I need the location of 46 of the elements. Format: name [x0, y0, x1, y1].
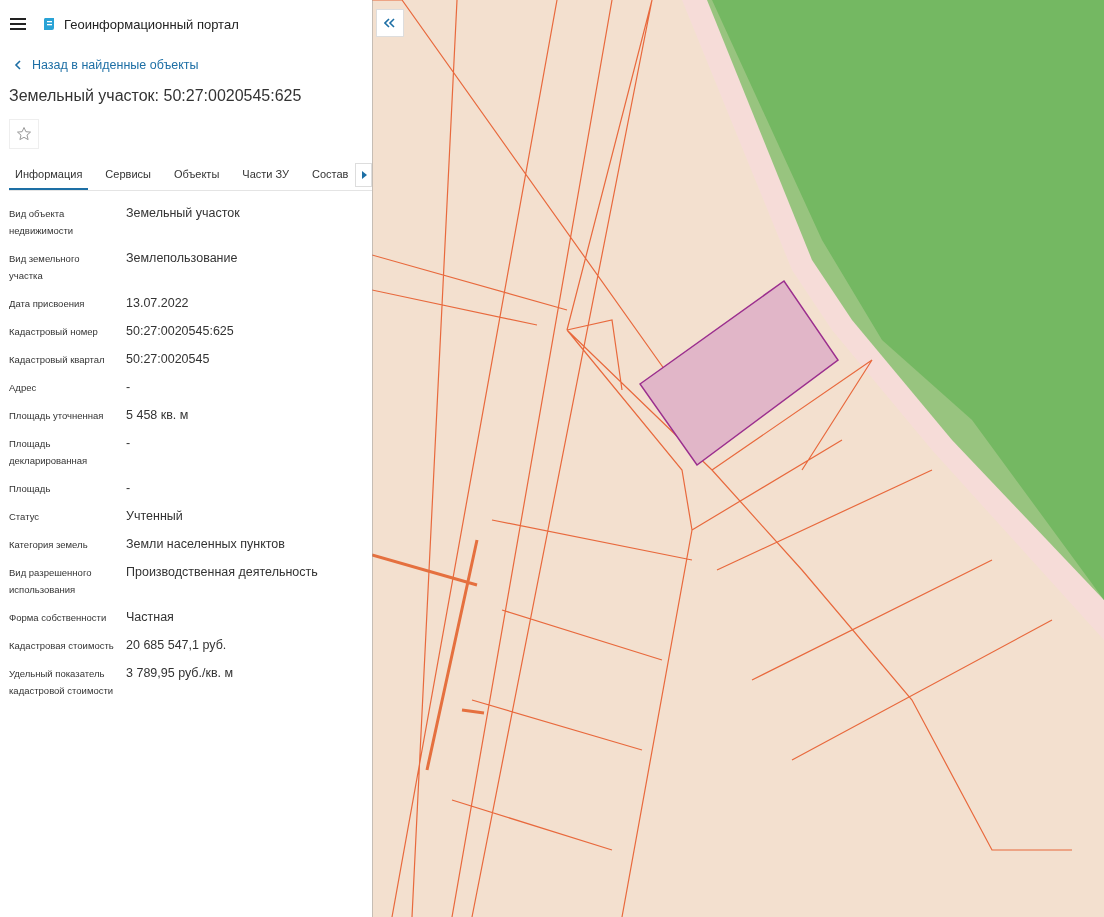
chevron-left-icon [14, 60, 22, 70]
property-label: Дата присвоения [9, 297, 86, 311]
tab[interactable]: Состав [306, 159, 355, 190]
tab[interactable]: Сервисы [99, 159, 157, 190]
property-value: 50:27:0020545 [126, 351, 210, 368]
tab[interactable]: Объекты [167, 159, 226, 190]
property-label: Категория земель [9, 538, 89, 552]
property-value: - [126, 435, 131, 452]
menu-icon[interactable] [10, 18, 26, 30]
property-label: Вид разрешенного использования [9, 566, 93, 597]
property-label: Кадастровый квартал [9, 353, 106, 367]
property-label: Статус [9, 510, 41, 524]
portal-title: Геоинформационный портал [64, 16, 239, 32]
property-value: 13.07.2022 [126, 295, 189, 312]
tab[interactable]: Части ЗУ [236, 159, 295, 190]
star-icon [16, 126, 32, 142]
property-value: Частная [126, 609, 174, 626]
property-label: Вид объекта недвижимости [9, 207, 75, 238]
property-label: Форма собственности [9, 611, 108, 625]
tab[interactable]: Информация [9, 159, 89, 190]
property-label: Площадь декларированная [9, 437, 89, 468]
property-value: 3 789,95 руб./кв. м [126, 665, 234, 682]
logo-icon [42, 17, 56, 31]
property-label: Адрес [9, 381, 38, 395]
collapse-panel-button[interactable] [376, 9, 404, 37]
property-label: Кадастровая стоимость [9, 639, 115, 653]
property-value: 20 685 547,1 руб. [126, 637, 227, 654]
property-value: 50:27:0020545:625 [126, 323, 234, 340]
property-value: - [126, 379, 131, 396]
property-label: Площадь [9, 482, 52, 496]
property-value: Учтенный [126, 508, 183, 525]
property-value: Землепользование [126, 250, 238, 267]
property-value: 5 458 кв. м [126, 407, 189, 424]
property-label: Площадь уточненная [9, 409, 105, 423]
object-heading: Земельный участок: 50:27:0020545:625 [9, 87, 303, 105]
triangle-right-icon [360, 170, 367, 179]
property-label: Вид земельного участка [9, 252, 81, 283]
property-value: Земли населенных пунктов [126, 536, 285, 553]
property-value: - [126, 480, 131, 497]
tabs-scroll-button[interactable] [355, 162, 372, 187]
property-value: Земельный участок [126, 205, 240, 222]
property-value: Производственная деятельность [126, 564, 318, 581]
back-link[interactable]: Назад в найденные объекты [14, 58, 199, 72]
property-label: Кадастровый номер [9, 325, 99, 339]
double-chevron-left-icon [384, 18, 396, 28]
property-label: Удельный показатель кадастровой стоимости [9, 667, 115, 698]
